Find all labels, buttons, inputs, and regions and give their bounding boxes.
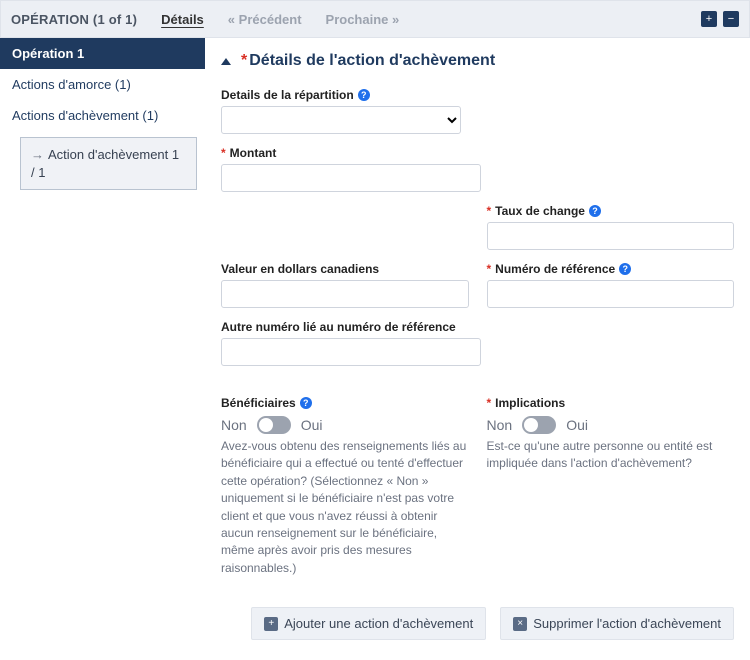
beneficiaries-toggle[interactable]: [257, 416, 291, 434]
minus-icon: −: [728, 14, 734, 25]
nav-next-label: Prochaine: [326, 12, 389, 27]
section-title: *Détails de l'action d'achèvement: [241, 52, 495, 70]
header-bar: OPÉRATION (1 of 1) Détails « Précédent P…: [0, 0, 750, 38]
implications-yes: Oui: [566, 417, 588, 433]
help-icon[interactable]: ?: [619, 263, 631, 275]
nav-previous[interactable]: « Précédent: [228, 12, 302, 27]
field-amount: *Montant: [221, 146, 481, 192]
close-icon: ×: [513, 617, 527, 631]
delete-completion-button[interactable]: × Supprimer l'action d'achèvement: [500, 607, 734, 640]
beneficiaries-help: Avez-vous obtenu des renseignements liés…: [221, 438, 469, 577]
implications-help: Est-ce qu'une autre personne ou entité e…: [487, 438, 735, 473]
label-beneficiaries: Bénéficiaires ?: [221, 396, 469, 410]
sidebar-item-start-actions[interactable]: Actions d'amorce (1): [0, 69, 205, 100]
nav-next[interactable]: Prochaine »: [326, 12, 400, 27]
sidebar: Opération 1 Actions d'amorce (1) Actions…: [0, 38, 205, 190]
label-distribution: Details de la répartition ?: [221, 88, 734, 102]
field-distribution: Details de la répartition ?: [221, 88, 734, 134]
delete-completion-label: Supprimer l'action d'achèvement: [533, 616, 721, 631]
sidebar-current-action-label: Action d'achèvement 1 / 1: [31, 147, 179, 180]
main-content: *Détails de l'action d'achèvement Detail…: [205, 38, 750, 660]
header-actions: + −: [701, 11, 739, 27]
label-reference: *Numéro de référence ?: [487, 262, 735, 276]
footer-buttons: + Ajouter une action d'achèvement × Supp…: [221, 607, 734, 640]
arrow-right-icon: →: [31, 147, 44, 162]
chevron-up-icon: [221, 58, 231, 65]
field-exchange: *Taux de change ?: [487, 204, 735, 250]
chevron-left-icon: «: [228, 12, 235, 27]
plus-icon: +: [706, 14, 712, 25]
field-reference: *Numéro de référence ?: [487, 262, 735, 308]
plus-icon: +: [264, 617, 278, 631]
label-amount: *Montant: [221, 146, 481, 160]
remove-operation-button[interactable]: −: [723, 11, 739, 27]
implications-toggle[interactable]: [522, 416, 556, 434]
header-title: OPÉRATION (1 of 1): [11, 12, 137, 27]
beneficiaries-yes: Oui: [301, 417, 323, 433]
add-completion-button[interactable]: + Ajouter une action d'achèvement: [251, 607, 486, 640]
field-cad-value: Valeur en dollars canadiens: [221, 262, 469, 308]
add-operation-button[interactable]: +: [701, 11, 717, 27]
beneficiaries-no: Non: [221, 417, 247, 433]
nav-previous-label: Précédent: [239, 12, 302, 27]
amount-input[interactable]: [221, 164, 481, 192]
tab-details[interactable]: Détails: [161, 12, 204, 27]
label-exchange: *Taux de change ?: [487, 204, 735, 218]
beneficiaries-block: Bénéficiaires ? Non Oui Avez-vous obtenu…: [221, 396, 469, 577]
implications-block: *Implications Non Oui Est-ce qu'une autr…: [487, 396, 735, 577]
distribution-select[interactable]: [221, 106, 461, 134]
other-ref-input[interactable]: [221, 338, 481, 366]
implications-no: Non: [487, 417, 513, 433]
exchange-input[interactable]: [487, 222, 735, 250]
cad-value-input[interactable]: [221, 280, 469, 308]
help-icon[interactable]: ?: [589, 205, 601, 217]
help-icon[interactable]: ?: [358, 89, 370, 101]
sidebar-item-completion-actions[interactable]: Actions d'achèvement (1): [0, 100, 205, 131]
label-implications: *Implications: [487, 396, 735, 410]
field-other-ref: Autre numéro lié au numéro de référence: [221, 320, 481, 366]
label-cad-value: Valeur en dollars canadiens: [221, 262, 469, 276]
section-header[interactable]: *Détails de l'action d'achèvement: [221, 48, 734, 76]
chevron-right-icon: »: [392, 12, 399, 27]
add-completion-label: Ajouter une action d'achèvement: [284, 616, 473, 631]
sidebar-current-action[interactable]: →Action d'achèvement 1 / 1: [20, 137, 197, 190]
help-icon[interactable]: ?: [300, 397, 312, 409]
reference-input[interactable]: [487, 280, 735, 308]
label-other-ref: Autre numéro lié au numéro de référence: [221, 320, 481, 334]
sidebar-item-operation-1[interactable]: Opération 1: [0, 38, 205, 69]
